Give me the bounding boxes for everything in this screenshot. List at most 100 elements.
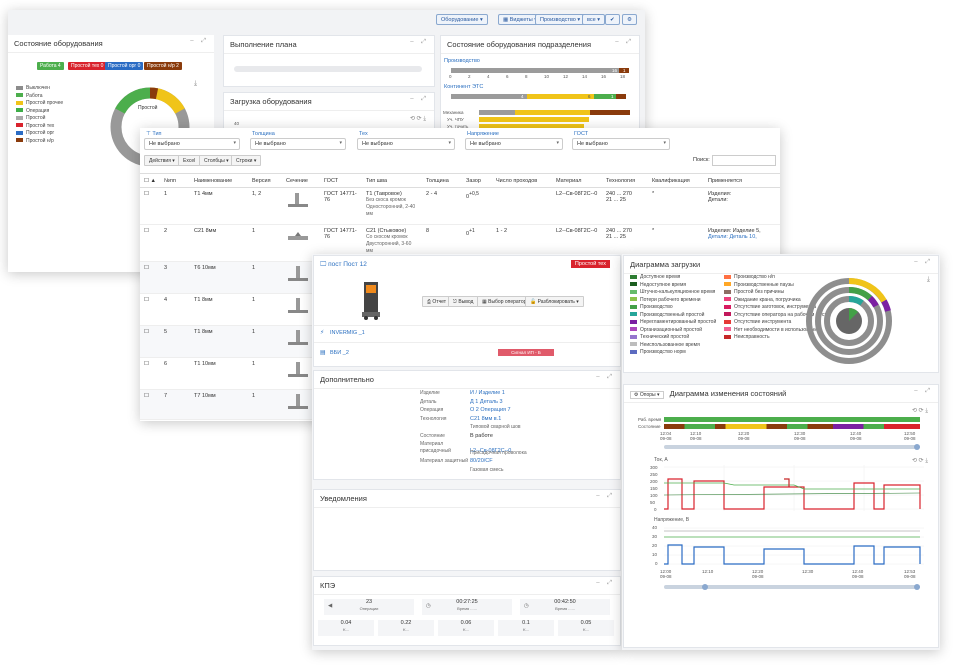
- continent-bar-yellow: [527, 94, 594, 99]
- filter-select-gost[interactable]: Не выбрано: [572, 138, 670, 150]
- row-name-link[interactable]: С21 8мм: [190, 224, 248, 262]
- col-header[interactable]: Материал: [552, 173, 602, 188]
- load-chart-tools[interactable]: ⟲ ⟳ ⤓: [410, 115, 426, 123]
- state-row-label-work: Раб. время: [638, 417, 662, 422]
- load-diagram-rings: [806, 277, 892, 364]
- section-icon: [282, 187, 320, 225]
- row-checkbox[interactable]: ☐: [140, 357, 160, 390]
- columns-button[interactable]: Столбцы ▾: [199, 155, 234, 166]
- row-name-link[interactable]: Т6 10мм: [190, 261, 248, 294]
- production-button[interactable]: Производство ▾: [535, 14, 586, 25]
- search-input[interactable]: [712, 155, 776, 166]
- continent-bar-gray: [451, 94, 527, 99]
- col-header[interactable]: ГОСТ: [320, 173, 362, 188]
- signal-badge: Сигнал ИП - Б: [498, 349, 554, 356]
- row-version-link[interactable]: 1: [248, 389, 282, 420]
- col-header[interactable]: Технология: [602, 173, 648, 188]
- load-diagram-download-icon[interactable]: ⤓: [927, 276, 930, 284]
- monitor-icon: 🖵: [320, 261, 327, 268]
- report-button[interactable]: ⎙ Отчет: [422, 296, 452, 307]
- col-header[interactable]: Тип шва: [362, 173, 422, 188]
- row-number: 7: [160, 389, 190, 420]
- row-version-link[interactable]: 1: [248, 224, 282, 262]
- bottom-scrollbar[interactable]: [664, 584, 920, 590]
- row-bar-0-gray: [479, 110, 515, 115]
- col-header[interactable]: Толщина: [422, 173, 462, 188]
- unlock-button[interactable]: 🔓 Разблокировать ▾: [525, 296, 584, 307]
- donut-label: Простой: [138, 104, 158, 111]
- select-all-checkbox[interactable]: ☐ ▲: [140, 173, 160, 188]
- filter-select-tech[interactable]: Не выбрано: [357, 138, 455, 150]
- col-header[interactable]: Квалификация: [648, 173, 704, 188]
- table-row[interactable]: ☐ 1 Т1 4мм 1, 2 ГОСТ 14771-76 Т1 (Тавров…: [140, 187, 780, 225]
- row-gap: 0+0,5: [462, 187, 492, 225]
- device-name-1[interactable]: INVERMIG _1: [330, 330, 365, 336]
- current-label: Ток, А: [654, 457, 668, 463]
- group-continent[interactable]: Континент ЭТС: [444, 84, 483, 90]
- row-version-link[interactable]: 1: [248, 261, 282, 294]
- status-badge-org: Простой орг 0: [105, 62, 144, 70]
- device-row-2[interactable]: ▤ ВБИ _2 Сигнал ИП - Б: [314, 345, 620, 363]
- col-header[interactable]: Сечение: [282, 173, 320, 188]
- row-checkbox[interactable]: ☐: [140, 293, 160, 326]
- row-label-1: Уч. ЧПУ: [447, 117, 464, 122]
- state-select[interactable]: ⚙ Опоры ▾: [630, 391, 664, 399]
- row-checkbox[interactable]: ☐: [140, 389, 160, 420]
- filter-label-thickness: Толщина: [252, 131, 275, 137]
- actions-button[interactable]: Действия ▾: [144, 155, 180, 166]
- filter-select-type[interactable]: Не выбрано: [144, 138, 240, 150]
- filter-select-voltage[interactable]: Не выбрано: [465, 138, 563, 150]
- device-row-1[interactable]: ⚡ INVERMIG _1: [314, 325, 620, 343]
- settings-icon[interactable]: ⚙: [622, 14, 637, 25]
- col-header[interactable]: №пп: [160, 173, 190, 188]
- current-tools[interactable]: ⟲ ⟳ ⤓: [912, 457, 928, 465]
- group-production[interactable]: Производство: [444, 58, 480, 64]
- rows-button[interactable]: Строки ▾: [231, 155, 262, 166]
- row-checkbox[interactable]: ☐: [140, 261, 160, 294]
- row-version-link[interactable]: 1: [248, 325, 282, 358]
- excel-button[interactable]: Excel: [178, 155, 201, 166]
- col-header[interactable]: Наименование: [190, 173, 248, 188]
- continent-value-3: 1: [611, 94, 614, 99]
- row-name-link[interactable]: Т7 10мм: [190, 389, 248, 420]
- row-material-link[interactable]: L2--Св-08Г2С--0: [552, 187, 602, 225]
- row-version-link[interactable]: 1: [248, 357, 282, 390]
- all-button[interactable]: все ▾: [582, 14, 605, 25]
- row-name-link[interactable]: Т1 4мм: [190, 187, 248, 225]
- load-tick-40: 40: [234, 121, 240, 126]
- row-checkbox[interactable]: ☐: [140, 187, 160, 225]
- row-name-link[interactable]: Т1 8мм: [190, 325, 248, 358]
- top-toolbar: Оборудование ▾ ▦ Виджеты ▾ Производство …: [8, 10, 645, 30]
- continent-value-2: 6: [588, 94, 591, 99]
- filter-select-thickness[interactable]: Не выбрано: [250, 138, 346, 150]
- row-number: 5: [160, 325, 190, 358]
- row-checkbox[interactable]: ☐: [140, 224, 160, 262]
- col-header[interactable]: Зазор: [462, 173, 492, 188]
- col-header[interactable]: Применяется: [704, 173, 780, 188]
- check-icon[interactable]: ✔: [605, 14, 620, 25]
- row-checkbox[interactable]: ☐: [140, 325, 160, 358]
- welding-machine-icon: [362, 282, 380, 320]
- equipment-button[interactable]: Оборудование ▾: [436, 14, 488, 25]
- col-header[interactable]: Версия: [248, 173, 282, 188]
- row-name-link[interactable]: Т1 10мм: [190, 357, 248, 390]
- row-technology: 240 ... 270 21 ... 25: [602, 187, 648, 225]
- production-bar-value-end: 1: [623, 68, 626, 73]
- row-number: 4: [160, 293, 190, 326]
- plan-card: Выполнение плана – ⤢: [223, 35, 435, 87]
- state-tools[interactable]: ⟲ ⟳ ⤓: [912, 407, 928, 415]
- output-button[interactable]: ⎋ Вывод: [448, 296, 479, 307]
- row-name-link[interactable]: Т1 8мм: [190, 293, 248, 326]
- row-bar-1-yellow: [479, 117, 589, 122]
- production-bar-value: 16: [612, 68, 618, 73]
- plan-progress-bar: [234, 66, 422, 72]
- state-scrollbar[interactable]: [664, 444, 920, 450]
- col-header[interactable]: Число проходов: [492, 173, 552, 188]
- load-diagram-title: Диаграмма загрузки – ⤢: [624, 256, 938, 274]
- additional-title: Дополнительно – ⤢: [314, 371, 620, 389]
- device-name-2[interactable]: ВБИ _2: [330, 350, 349, 356]
- row-qualification: *: [648, 187, 704, 225]
- row-version-link[interactable]: 1: [248, 293, 282, 326]
- row-version-link[interactable]: 1, 2: [248, 187, 282, 225]
- state-diagram-title: ⚙ Опоры ▾ Диаграмма изменения состояний –…: [624, 385, 938, 403]
